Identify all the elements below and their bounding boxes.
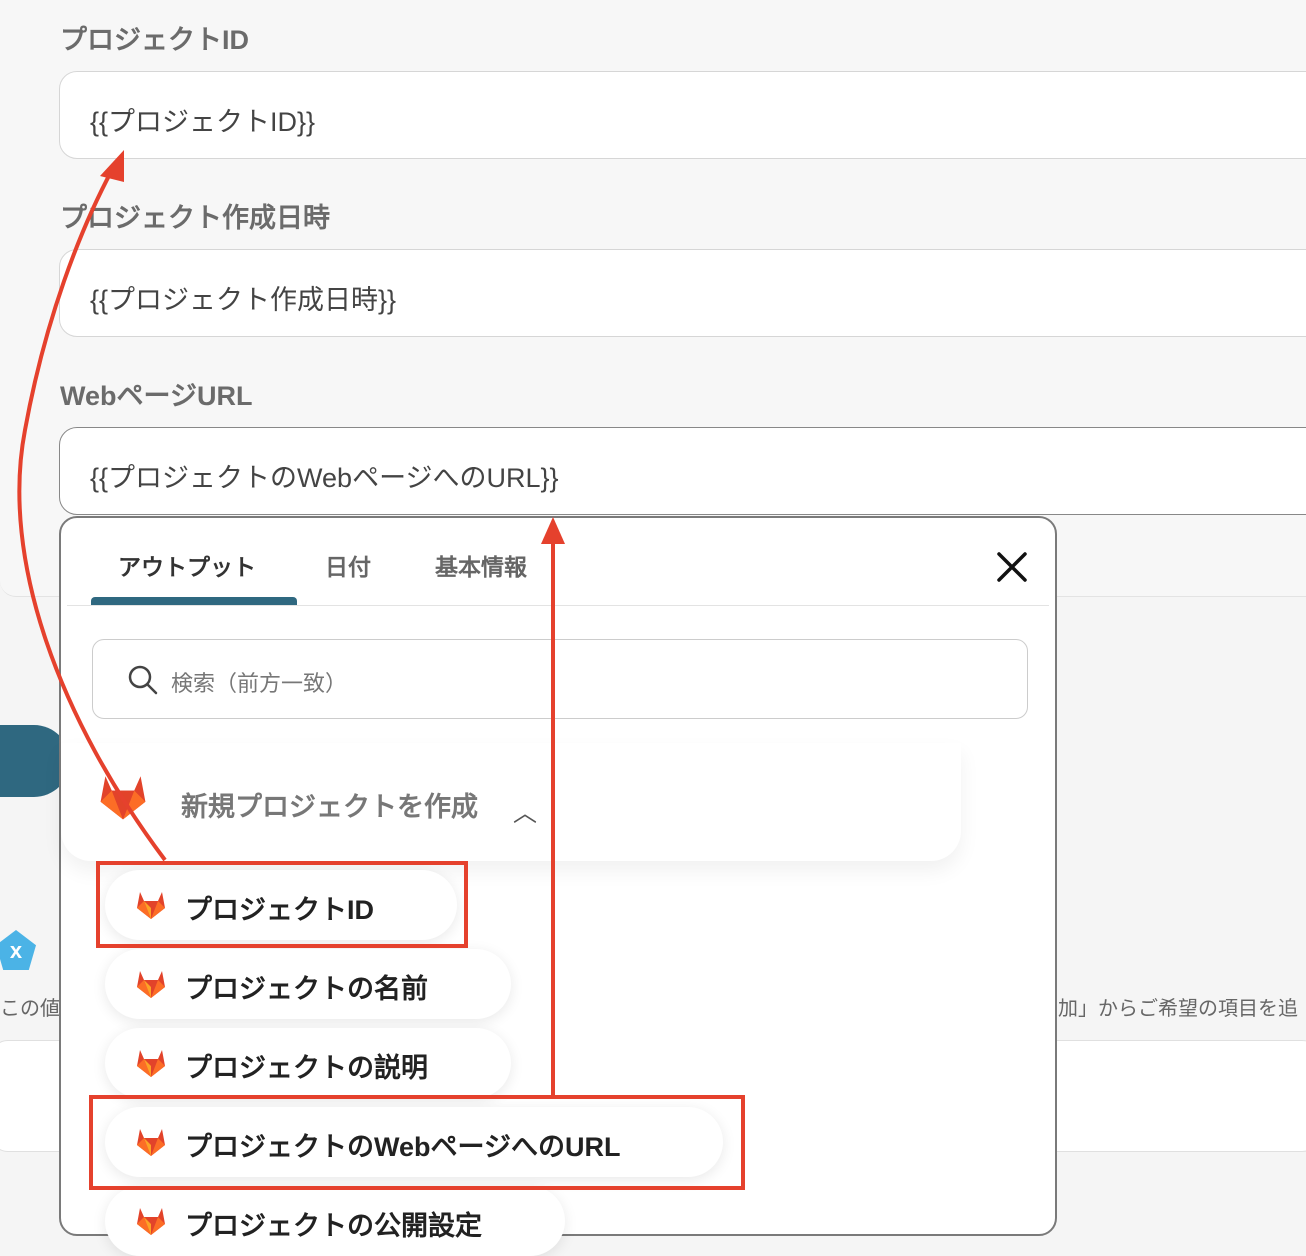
search-input[interactable]: 検索（前方一致） <box>92 639 1028 719</box>
search-placeholder: 検索（前方一致） <box>171 671 348 696</box>
hint-text-right: 加」からご希望の項目を追 <box>1058 998 1298 1020</box>
gitlab-icon <box>137 971 165 998</box>
field-label-web-url: WebページURL <box>60 381 253 411</box>
gitlab-icon <box>137 1208 165 1235</box>
active-tab-indicator <box>91 597 297 605</box>
tab-output[interactable]: アウトプット <box>118 548 256 582</box>
field-label-created-at: プロジェクト作成日時 <box>60 203 330 233</box>
item-label: プロジェクトの公開設定 <box>185 1211 482 1241</box>
gitlab-icon <box>100 776 146 820</box>
close-icon[interactable] <box>995 550 1029 584</box>
project-id-input[interactable]: {{プロジェクトID}} <box>59 71 1306 159</box>
list-item-project-description[interactable]: プロジェクトの説明 <box>105 1028 511 1098</box>
group-title: 新規プロジェクトを作成 <box>181 792 478 822</box>
tab-date[interactable]: 日付 <box>325 548 371 582</box>
hint-text-left: この値 <box>0 998 60 1020</box>
item-label: プロジェクトの説明 <box>185 1053 428 1083</box>
tab-bar: アウトプット 日付 基本情報 <box>67 518 1049 606</box>
form-panel: プロジェクトID {{プロジェクトID}} プロジェクト作成日時 {{プロジェク… <box>0 0 1306 597</box>
list-item-project-name[interactable]: プロジェクトの名前 <box>105 949 511 1019</box>
tab-basic-info[interactable]: 基本情報 <box>435 548 527 582</box>
group-header-create-project[interactable]: 新規プロジェクトを作成 ︿ <box>61 743 961 861</box>
chevron-up-icon[interactable]: ︿ <box>513 793 537 828</box>
list-item-project-visibility[interactable]: プロジェクトの公開設定 <box>105 1186 565 1256</box>
gitlab-icon <box>137 1050 165 1077</box>
search-icon <box>128 665 158 695</box>
created-at-input[interactable]: {{プロジェクト作成日時}} <box>59 249 1306 337</box>
highlight-box-project-id <box>96 861 468 948</box>
x-service-icon: x <box>0 930 36 970</box>
highlight-box-web-url <box>89 1095 745 1190</box>
field-label-project-id: プロジェクトID <box>60 25 249 55</box>
item-label: プロジェクトの名前 <box>185 974 428 1004</box>
web-url-input[interactable]: {{プロジェクトのWebページへのURL}} <box>59 427 1306 515</box>
